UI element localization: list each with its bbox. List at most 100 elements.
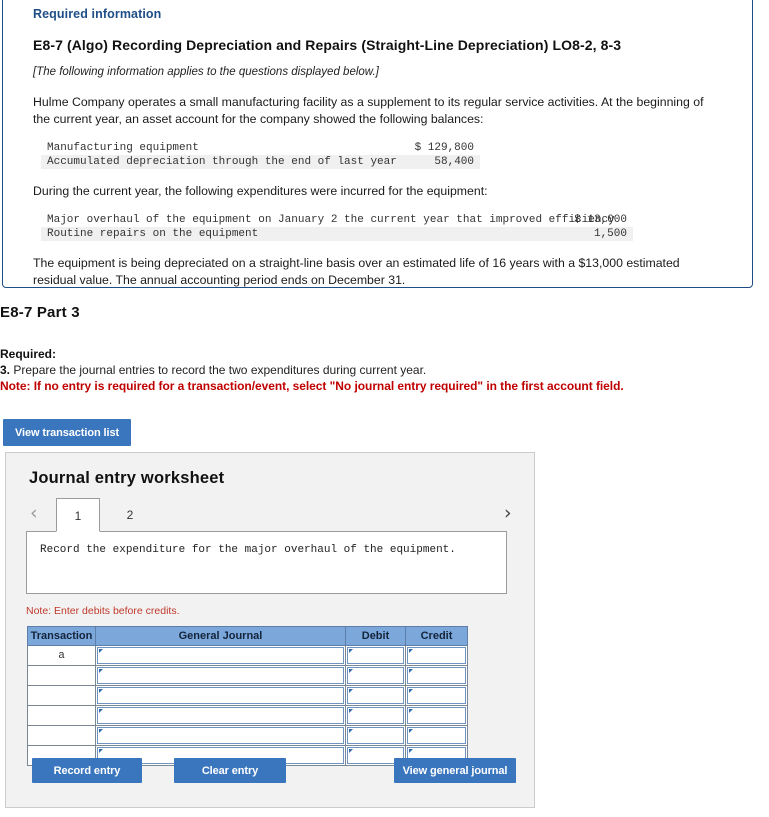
required-label: Required: <box>0 347 57 361</box>
credit-input[interactable] <box>407 727 466 744</box>
view-general-journal-button[interactable]: View general journal <box>394 758 516 783</box>
column-header-credit: Credit <box>405 626 468 646</box>
depreciation-paragraph: The equipment is being depreciated on a … <box>33 256 680 287</box>
dropdown-caret-icon <box>409 669 413 673</box>
tab-entry-1[interactable]: 1 <box>56 498 100 532</box>
credit-input[interactable] <box>407 687 466 704</box>
tab-entry-2[interactable]: 2 <box>108 498 152 532</box>
dropdown-caret-icon <box>349 669 353 673</box>
transaction-cell <box>27 705 96 726</box>
expenditures-table: Major overhaul of the equipment on Janua… <box>41 213 633 241</box>
credit-cell[interactable] <box>405 645 468 666</box>
general-journal-cell[interactable] <box>95 725 346 746</box>
required-information-box: Required information E8-7 (Algo) Recordi… <box>2 0 753 288</box>
dropdown-caret-icon <box>349 749 353 753</box>
general-journal-cell[interactable] <box>95 705 346 726</box>
record-entry-button[interactable]: Record entry <box>32 758 142 783</box>
expenditure-label: Routine repairs on the equipment <box>47 228 259 240</box>
transaction-cell <box>27 685 96 706</box>
table-row: Manufacturing equipment $ 129,800 <box>41 141 480 155</box>
dropdown-caret-icon <box>349 729 353 733</box>
transaction-cell <box>27 725 96 746</box>
debit-input[interactable] <box>347 647 404 664</box>
table-row <box>27 685 468 706</box>
general-journal-cell[interactable] <box>95 645 346 666</box>
required-information-label: Required information <box>33 7 162 21</box>
debit-cell[interactable] <box>345 645 406 666</box>
balance-label: Manufacturing equipment <box>47 142 199 154</box>
credit-cell[interactable] <box>405 705 468 726</box>
credit-input[interactable] <box>407 707 466 724</box>
dropdown-caret-icon <box>99 729 103 733</box>
dropdown-caret-icon <box>349 689 353 693</box>
account-select[interactable] <box>97 667 344 684</box>
general-journal-cell[interactable] <box>95 665 346 686</box>
dropdown-caret-icon <box>409 749 413 753</box>
column-header-general-journal: General Journal <box>95 626 346 646</box>
dropdown-caret-icon <box>349 649 353 653</box>
credit-cell[interactable] <box>405 665 468 686</box>
enter-debits-note: Note: Enter debits before credits. <box>26 605 180 617</box>
page-title: E8-7 Part 3 <box>0 304 80 321</box>
table-row: Major overhaul of the equipment on Janua… <box>41 213 633 227</box>
intro-paragraph: Hulme Company operates a small manufactu… <box>33 95 704 126</box>
expenditure-value: 1,500 <box>593 228 627 240</box>
debit-cell[interactable] <box>345 665 406 686</box>
account-select[interactable] <box>97 707 344 724</box>
required-instructions: Required: 3. Prepare the journal entries… <box>0 347 624 395</box>
debit-cell[interactable] <box>345 685 406 706</box>
balance-value: 58,400 <box>434 156 474 168</box>
dropdown-caret-icon <box>409 689 413 693</box>
journal-entry-table: Transaction General Journal Debit Credit… <box>27 626 468 766</box>
debit-input[interactable] <box>347 727 404 744</box>
credit-input[interactable] <box>407 667 466 684</box>
dropdown-caret-icon <box>99 689 103 693</box>
account-select[interactable] <box>97 647 344 664</box>
credit-cell[interactable] <box>405 685 468 706</box>
balance-label: Accumulated depreciation through the end… <box>47 156 397 168</box>
expenditure-label: Major overhaul of the equipment on Janua… <box>47 214 615 226</box>
applies-to-questions-note: [The following information applies to th… <box>33 66 379 78</box>
view-transaction-list-button[interactable]: View transaction list <box>3 419 131 446</box>
dropdown-caret-icon <box>99 749 103 753</box>
transaction-cell <box>27 665 96 686</box>
requirement-text: Prepare the journal entries to record th… <box>10 362 427 377</box>
debit-input[interactable] <box>347 667 404 684</box>
table-row: a <box>27 645 468 666</box>
balances-table: Manufacturing equipment $ 129,800 Accumu… <box>41 141 480 169</box>
account-select[interactable] <box>97 687 344 704</box>
table-row <box>27 665 468 686</box>
credit-cell[interactable] <box>405 725 468 746</box>
journal-entry-worksheet-panel: Journal entry worksheet ‹ 1 2 › Record t… <box>5 452 535 808</box>
balance-value: $ 129,800 <box>414 142 474 154</box>
table-header-row: Transaction General Journal Debit Credit <box>27 626 468 646</box>
credit-input[interactable] <box>407 647 466 664</box>
problem-title: E8-7 (Algo) Recording Depreciation and R… <box>33 37 622 53</box>
dropdown-caret-icon <box>409 709 413 713</box>
entry-description: Record the expenditure for the major ove… <box>26 531 507 594</box>
worksheet-tab-strip: ‹ 1 2 › <box>26 498 521 533</box>
table-row: Accumulated depreciation through the end… <box>41 155 480 169</box>
debit-cell[interactable] <box>345 725 406 746</box>
debit-input[interactable] <box>347 707 404 724</box>
debit-cell[interactable] <box>345 705 406 726</box>
requirement-number: 3. <box>0 362 11 377</box>
clear-entry-button[interactable]: Clear entry <box>174 758 286 783</box>
dropdown-caret-icon <box>99 709 103 713</box>
account-select[interactable] <box>97 727 344 744</box>
general-journal-cell[interactable] <box>95 685 346 706</box>
dropdown-caret-icon <box>409 649 413 653</box>
dropdown-caret-icon <box>409 729 413 733</box>
chevron-left-icon[interactable]: ‹ <box>30 502 38 524</box>
expenditures-paragraph: During the current year, the following e… <box>33 184 488 198</box>
worksheet-title: Journal entry worksheet <box>29 469 225 487</box>
dropdown-caret-icon <box>99 669 103 673</box>
table-row: Routine repairs on the equipment 1,500 <box>41 227 633 241</box>
column-header-debit: Debit <box>345 626 406 646</box>
debit-input[interactable] <box>347 687 404 704</box>
transaction-cell: a <box>27 645 96 666</box>
no-entry-note: Note: If no entry is required for a tran… <box>0 379 624 393</box>
chevron-right-icon[interactable]: › <box>504 502 512 524</box>
table-row <box>27 725 468 746</box>
dropdown-caret-icon <box>99 649 103 653</box>
